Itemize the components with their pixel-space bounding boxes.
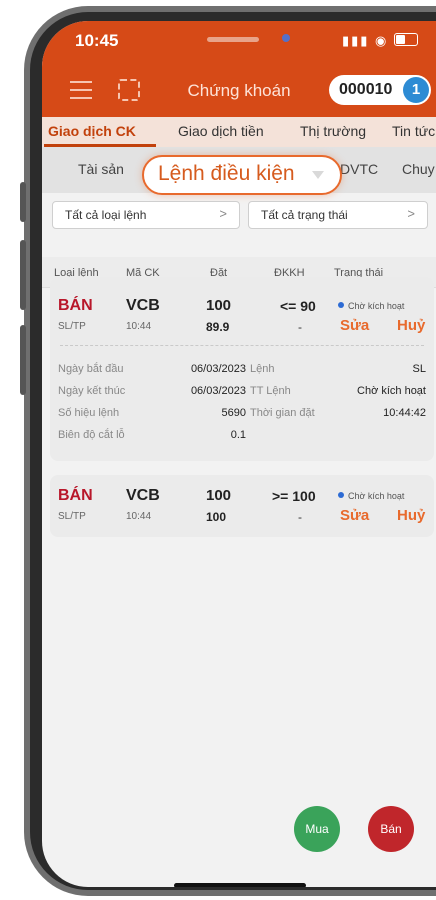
edit-button[interactable]: Sửa	[340, 507, 369, 524]
status-badge: Chờ kích hoạt	[338, 301, 404, 311]
order-status-value: Chờ kích hoạt	[357, 385, 426, 397]
signal-icon: ▮▮▮	[341, 33, 370, 48]
cancel-button[interactable]: Huỷ	[397, 507, 425, 524]
status-filter[interactable]: Tất cả trạng thái >	[248, 201, 428, 229]
order-time: 10:44	[126, 321, 152, 332]
account-number: 000010	[339, 81, 393, 98]
subtab-lenh-dieu-kien-label: Lệnh điều kiện	[158, 162, 295, 185]
volume-down-button	[20, 325, 26, 395]
chevron-down-icon	[312, 171, 324, 179]
order-price: 89.9	[206, 320, 230, 334]
order-quantity: 100	[206, 297, 232, 314]
order-type: SL/TP	[58, 511, 86, 522]
app-screen: 10:45 ▮▮▮ ◉ Chứng khoán 000010 1 Giao dị…	[42, 21, 436, 887]
cancel-button[interactable]: Huỷ	[397, 317, 425, 334]
buy-button[interactable]: Mua	[294, 806, 340, 852]
order-condition-sub: -	[298, 320, 302, 334]
card-divider	[60, 345, 424, 346]
order-type-filter-label: Tất cả loại lệnh	[65, 208, 147, 222]
order-condition: <= 90	[280, 298, 316, 314]
status-filter-label: Tất cả trạng thái	[261, 208, 348, 222]
order-ref-label: Số hiệu lệnh	[58, 407, 120, 419]
order-symbol: VCB	[126, 297, 160, 314]
order-type: SL/TP	[58, 321, 86, 332]
side-button	[20, 182, 26, 222]
main-tab-bar: Giao dịch CK Giao dịch tiền Thị trường T…	[42, 117, 436, 147]
order-price: 100	[206, 510, 227, 524]
end-date-label: Ngày kết thúc	[58, 385, 126, 397]
start-date-label: Ngày bắt đầu	[58, 363, 124, 375]
end-date-value: 06/03/2023	[190, 385, 246, 397]
edit-button[interactable]: Sửa	[340, 317, 369, 334]
subtab-lenh-dieu-kien[interactable]: Lệnh điều kiện	[142, 155, 342, 195]
status-badge: Chờ kích hoạt	[338, 491, 404, 501]
account-badge: 1	[403, 77, 429, 103]
status-icons: ▮▮▮ ◉	[342, 33, 418, 49]
subtab-more[interactable]: Chuy	[402, 161, 435, 177]
order-condition: >= 100	[272, 488, 316, 504]
tab-tin-tuc[interactable]: Tin tức	[392, 123, 435, 139]
notch-pill	[207, 37, 259, 42]
order-symbol: VCB	[126, 487, 160, 504]
order-condition-sub: -	[298, 510, 302, 524]
order-kind-label: Lệnh	[250, 363, 275, 375]
order-status-label: TT Lệnh	[250, 385, 291, 397]
order-kind-value: SL	[412, 363, 426, 375]
account-selector[interactable]: 000010 1	[329, 75, 431, 105]
order-quantity: 100	[206, 487, 232, 504]
wifi-icon: ◉	[375, 33, 389, 48]
stop-loss-range-label: Biên độ cắt lỗ	[58, 429, 125, 441]
order-time: 10:44	[126, 511, 152, 522]
start-date-value: 06/03/2023	[190, 363, 246, 375]
stop-loss-range-value: 0.1	[230, 429, 246, 441]
placed-time-value: 10:44:42	[383, 407, 426, 419]
camera-dot	[282, 34, 290, 42]
subtab-dvtc[interactable]: DVTC	[340, 161, 378, 177]
battery-icon	[394, 33, 418, 46]
status-time: 10:45	[75, 31, 119, 50]
subtab-tai-san[interactable]: Tài sản	[78, 161, 124, 177]
home-indicator[interactable]	[174, 883, 306, 887]
sell-button[interactable]: Bán	[368, 806, 414, 852]
tab-giao-dich-tien[interactable]: Giao dịch tiền	[178, 123, 264, 139]
placed-time-label: Thời gian đặt	[250, 407, 315, 419]
order-card[interactable]: BÁN SL/TP VCB 10:44 100 100 >= 100 - Chờ…	[50, 475, 434, 537]
order-side: BÁN	[58, 297, 93, 314]
order-type-filter[interactable]: Tất cả loại lệnh >	[52, 201, 240, 229]
tab-giao-dich-ck[interactable]: Giao dịch CK	[48, 123, 136, 139]
order-card[interactable]: BÁN SL/TP VCB 10:44 100 89.9 <= 90 - Chờ…	[50, 277, 434, 461]
tab-thi-truong[interactable]: Thị trường	[300, 123, 366, 139]
order-side: BÁN	[58, 487, 93, 504]
chevron-right-icon: >	[407, 206, 415, 221]
order-ref-value: 5690	[221, 407, 246, 419]
chevron-right-icon: >	[219, 206, 227, 221]
volume-up-button	[20, 240, 26, 310]
